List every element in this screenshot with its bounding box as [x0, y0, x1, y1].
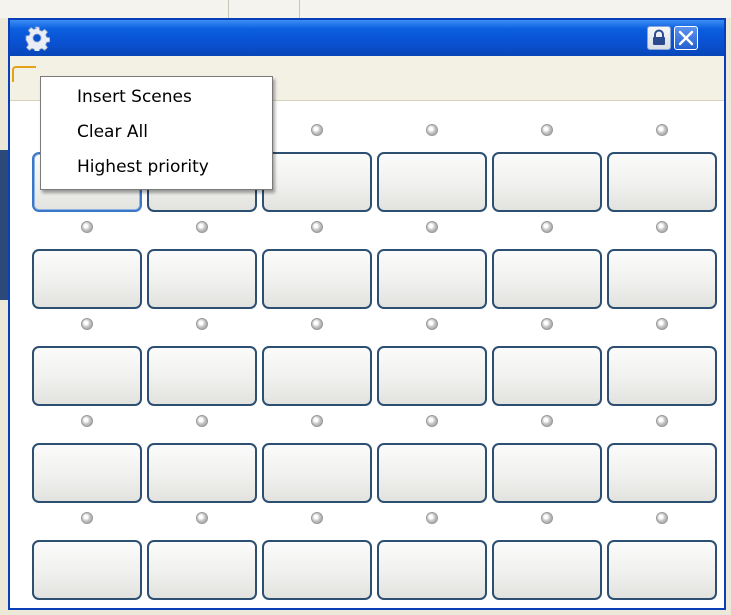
scene-window: Insert Scenes Clear All Highest priority [8, 18, 726, 610]
status-indicator-icon [196, 512, 208, 524]
scene-cell [147, 312, 257, 409]
status-indicator-icon [426, 415, 438, 427]
menu-item-insert-scenes[interactable]: Insert Scenes [77, 87, 192, 107]
scene-slot-button[interactable] [262, 249, 372, 309]
scene-slot-button[interactable] [607, 249, 717, 309]
scene-cell [607, 409, 717, 506]
scene-cell [32, 409, 142, 506]
scene-cell [377, 506, 487, 603]
scene-slot-button[interactable] [607, 540, 717, 600]
menu-item-highest-priority[interactable]: Highest priority [77, 157, 209, 177]
scene-cell [492, 409, 602, 506]
scene-cell [262, 506, 372, 603]
status-indicator-icon [656, 318, 668, 330]
menu-item-clear-all[interactable]: Clear All [77, 122, 148, 142]
scene-slot-button[interactable] [147, 249, 257, 309]
scene-cell [492, 118, 602, 215]
background-toolbar [0, 0, 731, 18]
scene-slot-button[interactable] [262, 152, 372, 212]
status-indicator-icon [426, 318, 438, 330]
scene-slot-button[interactable] [147, 443, 257, 503]
gear-icon[interactable] [24, 25, 51, 53]
scene-cell [607, 312, 717, 409]
status-indicator-icon [196, 318, 208, 330]
scene-slot-button[interactable] [377, 346, 487, 406]
scene-slot-button[interactable] [32, 346, 142, 406]
scene-cell [262, 312, 372, 409]
scene-slot-button[interactable] [262, 540, 372, 600]
scene-slot-button[interactable] [32, 540, 142, 600]
scene-grid [32, 118, 717, 603]
scene-slot-button[interactable] [32, 249, 142, 309]
status-indicator-icon [541, 415, 553, 427]
scene-cell [32, 215, 142, 312]
status-indicator-icon [81, 512, 93, 524]
status-indicator-icon [656, 124, 668, 136]
scene-slot-button[interactable] [492, 443, 602, 503]
status-indicator-icon [426, 221, 438, 233]
scene-slot-button[interactable] [147, 540, 257, 600]
status-indicator-icon [541, 512, 553, 524]
scene-slot-button[interactable] [492, 152, 602, 212]
scene-cell [607, 118, 717, 215]
title-bar[interactable] [10, 20, 724, 56]
scene-slot-button[interactable] [607, 443, 717, 503]
status-indicator-icon [426, 512, 438, 524]
status-indicator-icon [196, 415, 208, 427]
scene-slot-button[interactable] [32, 443, 142, 503]
scene-cell [262, 409, 372, 506]
scene-slot-button[interactable] [262, 346, 372, 406]
status-indicator-icon [311, 512, 323, 524]
scene-slot-button[interactable] [492, 540, 602, 600]
scene-slot-button[interactable] [607, 346, 717, 406]
lock-icon[interactable] [647, 26, 671, 50]
scene-cell [32, 312, 142, 409]
scene-cell [492, 215, 602, 312]
background-panel-edge [0, 150, 8, 300]
scene-slot-button[interactable] [607, 152, 717, 212]
scene-cell [607, 215, 717, 312]
scene-slot-button[interactable] [377, 249, 487, 309]
scene-cell [262, 215, 372, 312]
status-indicator-icon [81, 415, 93, 427]
status-indicator-icon [656, 415, 668, 427]
scene-slot-button[interactable] [147, 346, 257, 406]
scene-slot-button[interactable] [262, 443, 372, 503]
status-indicator-icon [311, 221, 323, 233]
scene-cell [377, 409, 487, 506]
scene-cell [377, 312, 487, 409]
scene-cell [492, 312, 602, 409]
status-indicator-icon [541, 318, 553, 330]
scene-slot-button[interactable] [492, 346, 602, 406]
status-indicator-icon [541, 124, 553, 136]
scene-cell [147, 215, 257, 312]
background-segment [0, 0, 229, 18]
scene-cell [607, 506, 717, 603]
scene-cell [377, 215, 487, 312]
background-segment [229, 0, 300, 18]
scene-slot-button[interactable] [377, 540, 487, 600]
scene-slot-button[interactable] [377, 152, 487, 212]
status-indicator-icon [656, 221, 668, 233]
status-indicator-icon [311, 318, 323, 330]
status-indicator-icon [81, 318, 93, 330]
status-indicator-icon [656, 512, 668, 524]
scene-slot-button[interactable] [377, 443, 487, 503]
close-icon[interactable] [674, 26, 698, 50]
scene-cell [32, 506, 142, 603]
scene-cell [377, 118, 487, 215]
scene-cell [147, 409, 257, 506]
status-indicator-icon [196, 221, 208, 233]
scene-cell [492, 506, 602, 603]
tab-accent [12, 66, 36, 82]
status-indicator-icon [311, 415, 323, 427]
status-indicator-icon [81, 221, 93, 233]
status-indicator-icon [541, 221, 553, 233]
scene-slot-button[interactable] [492, 249, 602, 309]
scene-cell [147, 506, 257, 603]
context-menu: Insert Scenes Clear All Highest priority [40, 76, 273, 190]
status-indicator-icon [311, 124, 323, 136]
status-indicator-icon [426, 124, 438, 136]
scene-cell [262, 118, 372, 215]
